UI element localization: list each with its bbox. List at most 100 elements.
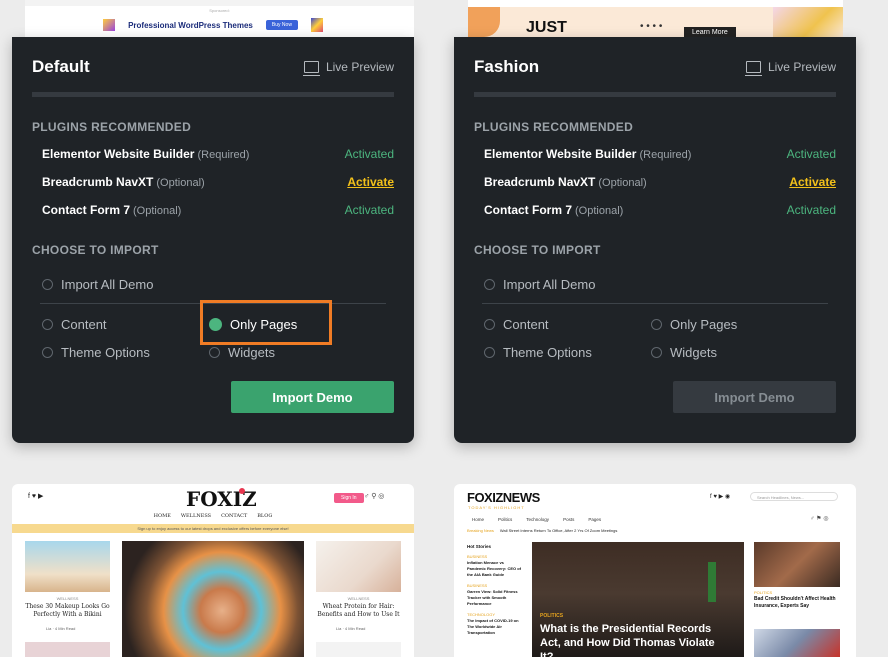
widgets-option[interactable]: Widgets bbox=[651, 345, 717, 360]
plugin-note: (Optional) bbox=[575, 205, 624, 217]
demo-card-default: Default Live Preview PLUGINS RECOMMENDED… bbox=[12, 37, 414, 443]
monitor-icon bbox=[302, 61, 320, 76]
social-icons: f ♥ ▶ bbox=[28, 493, 44, 500]
radio-button[interactable] bbox=[42, 279, 53, 290]
hero-flag bbox=[708, 562, 716, 602]
plugin-row: Elementor Website Builder (Required) Acti… bbox=[484, 147, 836, 165]
live-preview-label: Live Preview bbox=[325, 60, 394, 74]
activate-link[interactable]: Activate bbox=[789, 175, 836, 189]
option-label: Theme Options bbox=[503, 345, 592, 360]
plugin-note: (Required) bbox=[639, 149, 692, 161]
plugin-name: Contact Form 7 bbox=[484, 203, 573, 217]
live-preview-link[interactable]: Live Preview bbox=[302, 60, 394, 76]
foxiz-demo-thumbnail[interactable]: f ♥ ▶ FOXIZ Sign In ♂ ⚲ ◎ HOME WELLNESS … bbox=[12, 484, 414, 657]
news-nav: Home Politics Technology Posts Pages bbox=[472, 517, 601, 522]
theme-options-option[interactable]: Theme Options bbox=[42, 345, 150, 360]
plugins-heading: PLUGINS RECOMMENDED bbox=[474, 120, 634, 134]
radio-button[interactable] bbox=[209, 347, 220, 358]
default-demo-thumbnail[interactable]: Sponsored: Professional WordPress Themes… bbox=[25, 0, 414, 37]
radio-button[interactable] bbox=[42, 319, 53, 330]
header-icons: ♂ ⚲ ◎ bbox=[364, 493, 385, 500]
import-heading: CHOOSE TO IMPORT bbox=[32, 243, 159, 257]
plugin-name: Contact Form 7 bbox=[42, 203, 131, 217]
options-divider bbox=[482, 303, 828, 304]
news-right-category: POLITICS bbox=[754, 590, 773, 595]
plugin-status: Activated bbox=[344, 147, 394, 161]
monitor-icon bbox=[744, 61, 762, 76]
left-headline: These 30 Makeup Looks Go Perfectly With … bbox=[25, 603, 110, 618]
content-option[interactable]: Content bbox=[484, 317, 549, 332]
nav-item: Home bbox=[472, 517, 485, 522]
hero-headline: What is the Presidential Records Act, an… bbox=[540, 623, 715, 657]
news-header-icons: ♂ ⚑ ◎ bbox=[810, 516, 829, 522]
progress-divider bbox=[474, 92, 836, 97]
fashion-ad-banner: JUST • • • • Learn More bbox=[468, 7, 843, 37]
plugin-row: Breadcrumb NavXT (Optional) Activate bbox=[42, 175, 394, 193]
radio-button[interactable] bbox=[651, 347, 662, 358]
hero-image bbox=[122, 541, 304, 657]
annotation-highlight bbox=[200, 300, 332, 345]
site-logo: FOXIZ bbox=[186, 487, 257, 511]
promo-banner: Sign up to enjoy access to our latest dr… bbox=[12, 524, 414, 533]
only-pages-option[interactable]: Only Pages bbox=[651, 317, 737, 332]
news-right-headline: Bad Credit Shouldn't Affect Health Insur… bbox=[754, 596, 836, 609]
hero-category: POLITICS bbox=[540, 613, 564, 619]
ad-shapes-right bbox=[311, 18, 323, 32]
nav-item: Politics bbox=[498, 517, 513, 522]
import-demo-button[interactable]: Import Demo bbox=[231, 381, 394, 413]
widgets-option[interactable]: Widgets bbox=[209, 345, 275, 360]
news-right-image bbox=[754, 542, 840, 587]
card-header: Fashion Live Preview bbox=[474, 55, 836, 79]
right-thumb-small bbox=[316, 642, 401, 657]
option-label: Only Pages bbox=[670, 317, 738, 332]
nav-item: BLOG bbox=[257, 513, 273, 519]
option-label: Widgets bbox=[228, 345, 275, 360]
left-category: WELLNESS bbox=[56, 596, 79, 601]
theme-options-option[interactable]: Theme Options bbox=[484, 345, 592, 360]
news-logo: FOXIZNEWS bbox=[467, 490, 540, 505]
radio-button[interactable] bbox=[484, 347, 495, 358]
radio-button[interactable] bbox=[42, 347, 53, 358]
logo-dot bbox=[239, 488, 245, 494]
option-label: Content bbox=[503, 317, 549, 332]
fashion-ad-shape bbox=[468, 7, 500, 37]
plugin-note: (Optional) bbox=[156, 177, 205, 189]
list-item: TECHNOLOGY The Impact of COVID-19 on The … bbox=[467, 612, 519, 635]
plugin-row: Elementor Website Builder (Required) Acti… bbox=[42, 147, 394, 165]
fashion-demo-thumbnail[interactable]: JUST • • • • Learn More bbox=[468, 0, 843, 37]
thumb-ad-banner: Professional WordPress Themes Buy Now bbox=[103, 15, 323, 35]
plugin-row: Breadcrumb NavXT (Optional) Activate bbox=[484, 175, 836, 193]
import-all-option[interactable]: Import All Demo bbox=[42, 277, 153, 292]
plugins-heading: PLUGINS RECOMMENDED bbox=[32, 120, 192, 134]
option-label: Theme Options bbox=[61, 345, 150, 360]
ad-shapes-left bbox=[103, 19, 115, 31]
option-label: Import All Demo bbox=[503, 277, 596, 292]
import-all-option[interactable]: Import All Demo bbox=[484, 277, 595, 292]
radio-button[interactable] bbox=[651, 319, 662, 330]
plugin-name: Elementor Website Builder bbox=[42, 147, 195, 161]
fashion-ad-photo bbox=[773, 7, 843, 37]
plugin-row: Contact Form 7 (Optional) Activated bbox=[484, 203, 836, 221]
right-headline: Wheat Protein for Hair: Benefits and How… bbox=[317, 603, 400, 618]
live-preview-link[interactable]: Live Preview bbox=[744, 60, 836, 76]
left-image bbox=[25, 541, 110, 592]
plugin-status: Activated bbox=[344, 203, 394, 217]
live-preview-label: Live Preview bbox=[767, 60, 836, 74]
import-demo-button[interactable]: Import Demo bbox=[673, 381, 836, 413]
sign-in-button: Sign In bbox=[334, 493, 364, 503]
fashion-ad-dots: • • • • bbox=[640, 21, 663, 32]
activate-link[interactable]: Activate bbox=[347, 175, 394, 189]
radio-button[interactable] bbox=[484, 319, 495, 330]
fashion-ad-button: Learn More bbox=[684, 27, 736, 37]
foxiz-news-demo-thumbnail[interactable]: FOXIZNEWS TODAY'S HIGHLIGHT f ♥ ▶ ◉ Sear… bbox=[454, 484, 856, 657]
content-option[interactable]: Content bbox=[42, 317, 107, 332]
option-label: Import All Demo bbox=[61, 277, 154, 292]
left-thumb-small bbox=[25, 642, 110, 657]
option-label: Widgets bbox=[670, 345, 717, 360]
demo-card-fashion: Fashion Live Preview PLUGINS RECOMMENDED… bbox=[454, 37, 856, 443]
news-hero-image: POLITICS What is the Presidential Record… bbox=[532, 542, 744, 657]
thumb-caption: Sponsored: bbox=[209, 8, 230, 13]
radio-button[interactable] bbox=[484, 279, 495, 290]
breaking-label: Breaking News bbox=[467, 528, 494, 533]
plugin-status: Activated bbox=[786, 147, 836, 161]
